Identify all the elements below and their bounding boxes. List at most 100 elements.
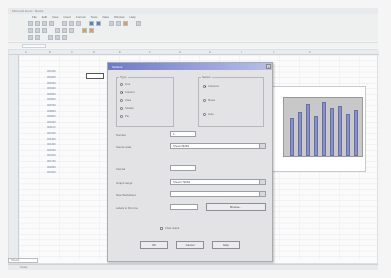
menu-view[interactable]: View	[52, 15, 58, 19]
bold-icon[interactable]	[28, 28, 33, 33]
menu-edit[interactable]: Edit	[42, 15, 47, 19]
source-combo[interactable]: Sheet1!$A$1	[170, 143, 266, 149]
align-right-icon[interactable]	[69, 28, 74, 33]
close-icon[interactable]: x	[266, 64, 271, 69]
menu-data[interactable]: Data	[103, 15, 109, 19]
line-icon[interactable]	[48, 35, 53, 40]
series-option[interactable]: Auto	[203, 112, 214, 116]
option-label: Scatter	[125, 106, 134, 110]
cell[interactable]: 000900	[47, 115, 56, 118]
column-header[interactable]: K	[309, 51, 311, 54]
series-option[interactable]: Columns	[203, 84, 219, 88]
chart-bar	[354, 110, 358, 156]
type-option[interactable]: Area	[120, 98, 131, 102]
menu-insert[interactable]: Insert	[63, 15, 71, 19]
labels-label: Labels in first row	[116, 206, 138, 210]
cut-icon[interactable]	[62, 21, 67, 26]
browse-button[interactable]: Browse...	[206, 203, 266, 211]
column-header[interactable]: C	[71, 51, 73, 54]
font-color-icon[interactable]	[89, 28, 94, 33]
new-icon[interactable]	[28, 21, 33, 26]
type-option[interactable]: Line	[120, 82, 130, 86]
type-option[interactable]: Column	[120, 90, 135, 94]
column-header[interactable]: F	[149, 51, 151, 54]
embedded-chart[interactable]	[268, 86, 366, 172]
interval-field[interactable]	[170, 165, 196, 171]
menu-format[interactable]: Format	[76, 15, 86, 19]
cell[interactable]: 001000	[47, 121, 56, 124]
align-center-icon[interactable]	[62, 28, 67, 33]
chart-bar	[306, 104, 310, 156]
sheet-tab[interactable]: Sheet1	[8, 258, 38, 263]
open-icon[interactable]	[35, 21, 40, 26]
cell[interactable]: 001600	[47, 154, 56, 157]
underline-icon[interactable]	[42, 28, 47, 33]
arrow-icon[interactable]	[55, 35, 60, 40]
cell[interactable]: 000500	[47, 93, 56, 96]
dialog-title-bar[interactable]: Options	[108, 63, 272, 70]
column-header[interactable]: D	[93, 51, 95, 54]
cell[interactable]: 001700	[47, 160, 56, 163]
cell[interactable]: 001100	[47, 126, 55, 129]
cell[interactable]: 000200	[47, 76, 56, 79]
print-icon[interactable]	[49, 21, 54, 26]
cell[interactable]: 001800	[47, 166, 56, 169]
redo-icon[interactable]	[96, 21, 101, 26]
column-header[interactable]: J	[273, 51, 274, 54]
cell[interactable]: 001200	[47, 132, 56, 135]
option-label: Column	[125, 90, 135, 94]
sort-icon[interactable]	[116, 21, 121, 26]
type-option[interactable]: Scatter	[120, 106, 134, 110]
ok-button[interactable]: OK	[140, 241, 168, 249]
cell[interactable]: 000300	[47, 82, 56, 85]
labels-field[interactable]	[170, 204, 198, 210]
cell[interactable]: 000100	[47, 70, 56, 73]
menu-help[interactable]: Help	[130, 15, 136, 19]
cell[interactable]: 000400	[47, 87, 56, 90]
cell[interactable]: 001500	[47, 149, 56, 152]
column-header[interactable]: E	[119, 51, 121, 54]
menu-tools[interactable]: Tools	[91, 15, 98, 19]
standard-toolbar	[8, 20, 378, 27]
output-label: Output range	[116, 181, 133, 185]
italic-icon[interactable]	[35, 28, 40, 33]
chart-wizard-icon[interactable]	[123, 21, 128, 26]
cell[interactable]: 001400	[47, 143, 56, 146]
draw-icon[interactable]	[28, 35, 33, 40]
cell[interactable]: 000800	[47, 110, 56, 113]
cell[interactable]: 000700	[47, 104, 56, 107]
align-left-icon[interactable]	[55, 28, 60, 33]
copy-icon[interactable]	[69, 21, 74, 26]
worksheet-combo[interactable]	[170, 191, 266, 197]
status-bar: Ready	[8, 264, 378, 270]
cell[interactable]: 001300	[47, 138, 56, 141]
number-field[interactable]: 1	[170, 131, 196, 137]
undo-icon[interactable]	[89, 21, 94, 26]
radio-icon	[203, 98, 206, 102]
chart-bar	[346, 114, 350, 156]
fill-color-icon[interactable]	[82, 28, 87, 33]
save-icon[interactable]	[42, 21, 47, 26]
cancel-button[interactable]: Cancel	[176, 241, 204, 249]
output-combo[interactable]: Sheet1 !$C$3	[170, 179, 266, 185]
column-header[interactable]: A	[25, 51, 27, 54]
zoom-icon[interactable]	[136, 21, 141, 26]
cell[interactable]: 000600	[47, 98, 56, 101]
name-box[interactable]	[22, 44, 46, 48]
menu-window[interactable]: Window	[114, 15, 125, 19]
column-header[interactable]: B	[49, 51, 51, 54]
cell[interactable]: 001900	[47, 171, 56, 174]
menu-file[interactable]: File	[32, 15, 37, 19]
select-icon[interactable]	[35, 35, 40, 40]
rectangle-icon[interactable]	[62, 35, 67, 40]
column-header[interactable]: I	[241, 51, 242, 54]
series-option[interactable]: Rows	[203, 98, 215, 102]
help-button[interactable]: Help	[212, 241, 240, 249]
type-option[interactable]: Pie	[120, 114, 129, 118]
column-header[interactable]: H	[209, 51, 211, 54]
active-cell[interactable]	[86, 73, 104, 79]
sum-icon[interactable]	[109, 21, 114, 26]
chart-output-checkbox[interactable]: Chart output	[160, 227, 179, 230]
paste-icon[interactable]	[76, 21, 81, 26]
column-header[interactable]: G	[179, 51, 181, 54]
